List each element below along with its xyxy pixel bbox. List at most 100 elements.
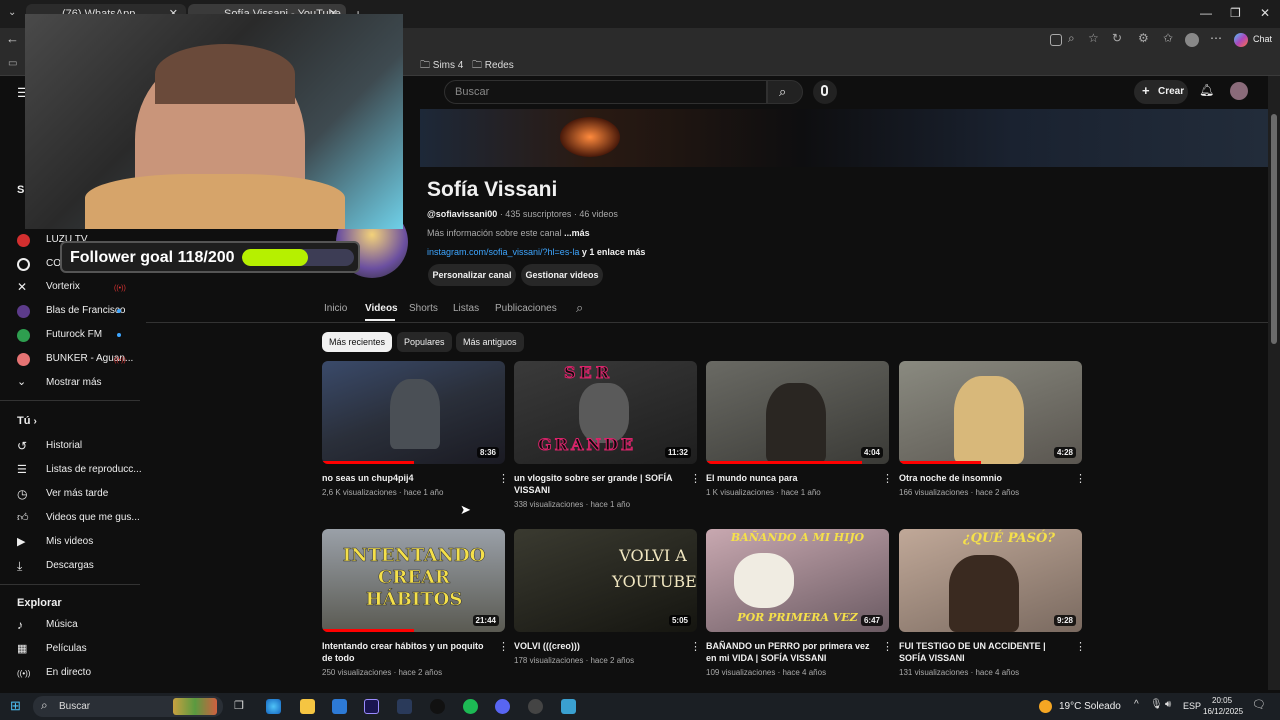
search-input[interactable]: Buscar bbox=[444, 80, 767, 104]
favorites-icon[interactable]: ✩ bbox=[1163, 31, 1173, 45]
chat-button[interactable]: Chat bbox=[1253, 34, 1272, 44]
page-scrollbar[interactable] bbox=[1268, 76, 1280, 690]
video-thumbnail[interactable]: INTENTANDO CREAR HÁBITOS 21:44 bbox=[322, 529, 505, 632]
task-view-icon[interactable]: ❐ bbox=[234, 699, 244, 712]
video-more-icon[interactable]: ⋮ bbox=[498, 640, 509, 653]
bookmark-redes[interactable]: 🗀 Redes bbox=[472, 58, 514, 75]
bookmark-icon[interactable]: ▭ bbox=[8, 58, 17, 69]
channel-links[interactable]: instagram.com/sofia_vissani/?hl=es-la y … bbox=[427, 247, 645, 257]
chip-oldest[interactable]: Más antiguos bbox=[456, 332, 524, 352]
windows-start-icon[interactable]: ⊞ bbox=[10, 698, 21, 714]
channel-about[interactable]: Más información sobre este canal ...más bbox=[427, 228, 590, 238]
manage-videos-button[interactable]: Gestionar videos bbox=[521, 264, 603, 286]
video-thumbnail[interactable]: 8:36 bbox=[322, 361, 505, 464]
scrollbar-thumb[interactable] bbox=[1271, 114, 1277, 344]
sidebar-item-label: Mostrar más bbox=[46, 377, 102, 388]
tab-playlists[interactable]: Listas bbox=[453, 303, 479, 314]
channel-search-icon[interactable]: ⌕ bbox=[576, 300, 583, 316]
search-button[interactable]: ⌕ bbox=[767, 80, 803, 104]
sidebar-item-label: En directo bbox=[46, 667, 92, 678]
video-more-icon[interactable]: ⋮ bbox=[690, 472, 701, 485]
language-indicator[interactable]: ESP bbox=[1183, 701, 1201, 711]
video-title[interactable]: FUI TESTIGO DE UN ACCIDENTE | SOFÍA VISS… bbox=[899, 640, 1064, 664]
video-title[interactable]: El mundo nunca para bbox=[706, 472, 871, 484]
channel-handle: @sofiavissani00 bbox=[427, 209, 498, 219]
video-thumbnail[interactable]: BAÑANDO A MI HIJO POR PRIMERA VEZ 6:47 bbox=[706, 529, 889, 632]
favorite-star-icon[interactable]: ☆ bbox=[1088, 31, 1099, 45]
bookmark-sims4[interactable]: 🗀 Sims 4 bbox=[420, 58, 463, 75]
more-links[interactable]: y 1 enlace más bbox=[579, 247, 646, 257]
instagram-link[interactable]: instagram.com/sofia_vissani/?hl=es-la bbox=[427, 247, 579, 257]
notifications-icon[interactable]: 🗨︎ bbox=[1252, 698, 1266, 711]
video-thumbnail[interactable]: ¿QUÉ PASÓ? 9:28 bbox=[899, 529, 1082, 632]
profile-avatar-icon[interactable] bbox=[1185, 33, 1199, 47]
video-thumbnail[interactable]: SER GRANDE 11:32 bbox=[514, 361, 697, 464]
tiktok-icon[interactable] bbox=[430, 699, 445, 714]
video-title[interactable]: Otra noche de insomnio bbox=[899, 472, 1064, 484]
voice-search-button[interactable] bbox=[813, 80, 837, 104]
maximize-icon[interactable]: ❐ bbox=[1230, 6, 1241, 20]
clock-time[interactable]: 20:05 bbox=[1212, 696, 1232, 705]
video-more-icon[interactable]: ⋮ bbox=[882, 472, 893, 485]
video-title[interactable]: VOLVI (((creo))) bbox=[514, 640, 679, 652]
clock-date[interactable]: 16/12/2025 bbox=[1203, 707, 1243, 716]
taskbar-search[interactable]: ⌕ Buscar bbox=[33, 696, 223, 717]
notifications-bell-icon[interactable]: 🔔︎ bbox=[1199, 83, 1214, 97]
tab-shorts[interactable]: Shorts bbox=[409, 303, 438, 314]
video-more-icon[interactable]: ⋮ bbox=[1075, 640, 1086, 653]
obs-icon[interactable] bbox=[528, 699, 543, 714]
you-header[interactable]: Tú › bbox=[17, 415, 37, 427]
customize-channel-button[interactable]: Personalizar canal bbox=[428, 264, 516, 286]
spotify-icon[interactable] bbox=[463, 699, 478, 714]
tab-videos[interactable]: Videos bbox=[365, 303, 398, 314]
microphone-tray-icon[interactable]: 🎙︎ bbox=[1150, 699, 1163, 710]
premiere-icon[interactable] bbox=[364, 699, 379, 714]
video-title[interactable]: un vlogsito sobre ser grande | SOFÍA VIS… bbox=[514, 472, 679, 496]
history-icon: ↺ bbox=[17, 439, 28, 453]
video-thumbnail[interactable]: 4:28 bbox=[899, 361, 1082, 464]
volume-icon[interactable]: 🔊︎ bbox=[1165, 699, 1171, 710]
tab-posts[interactable]: Publicaciones bbox=[495, 303, 557, 314]
about-more-link[interactable]: ...más bbox=[564, 228, 590, 238]
chip-popular[interactable]: Populares bbox=[397, 332, 452, 352]
discord-icon[interactable] bbox=[495, 699, 510, 714]
back-arrow-icon[interactable]: ← bbox=[6, 31, 19, 46]
video-duration: 21:44 bbox=[472, 615, 499, 626]
copilot-icon[interactable] bbox=[1234, 33, 1248, 47]
video-thumbnail[interactable]: VOLVI A YOUTUBE 5:05 bbox=[514, 529, 697, 632]
app-icon[interactable] bbox=[561, 699, 576, 714]
close-window-icon[interactable]: ✕ bbox=[1260, 6, 1270, 20]
video-title[interactable]: BAÑANDO un PERRO por primera vez en mi V… bbox=[706, 640, 871, 664]
video-title[interactable]: Intentando crear hábitos y un poquito de… bbox=[322, 640, 487, 664]
live-indicator-icon: ((•)) bbox=[114, 285, 126, 292]
video-more-icon[interactable]: ⋮ bbox=[690, 640, 701, 653]
weather-text[interactable]: 19°C Soleado bbox=[1059, 701, 1121, 712]
create-button[interactable]: + Crear bbox=[1134, 80, 1188, 104]
tray-overflow-icon[interactable]: ^ bbox=[1134, 699, 1139, 710]
store-icon[interactable] bbox=[332, 699, 347, 714]
channel-avatar bbox=[17, 234, 30, 247]
zoom-icon[interactable]: ⌕ bbox=[1068, 31, 1075, 46]
minimize-icon[interactable]: — bbox=[1200, 6, 1212, 20]
thumbnail-figure bbox=[949, 555, 1019, 632]
tab-home[interactable]: Inicio bbox=[324, 303, 347, 314]
split-screen-icon[interactable] bbox=[1050, 34, 1062, 46]
account-avatar[interactable] bbox=[1230, 82, 1248, 100]
file-explorer-icon[interactable] bbox=[300, 699, 315, 714]
taskbar-search-label: Buscar bbox=[59, 701, 91, 712]
video-more-icon[interactable]: ⋮ bbox=[1075, 472, 1086, 485]
more-menu-icon[interactable]: ⋯ bbox=[1210, 31, 1222, 45]
weather-sun-icon bbox=[1039, 700, 1052, 713]
tab-list-chevron-icon[interactable]: ⌄ bbox=[8, 7, 16, 18]
refresh-icon[interactable]: ↻ bbox=[1112, 31, 1122, 45]
extensions-icon[interactable]: ⚙ bbox=[1138, 31, 1149, 45]
video-thumbnail[interactable]: 4:04 bbox=[706, 361, 889, 464]
chip-most-recent[interactable]: Más recientes bbox=[322, 332, 393, 352]
follower-goal-bar bbox=[242, 249, 354, 266]
video-more-icon[interactable]: ⋮ bbox=[498, 472, 509, 485]
sidebar-item-label: Videos que me gus... bbox=[46, 512, 140, 523]
video-more-icon[interactable]: ⋮ bbox=[882, 640, 893, 653]
audio-app-icon[interactable] bbox=[397, 699, 412, 714]
video-title[interactable]: no seas un chup4pij4 bbox=[322, 472, 487, 484]
edge-browser-icon[interactable] bbox=[266, 699, 281, 714]
